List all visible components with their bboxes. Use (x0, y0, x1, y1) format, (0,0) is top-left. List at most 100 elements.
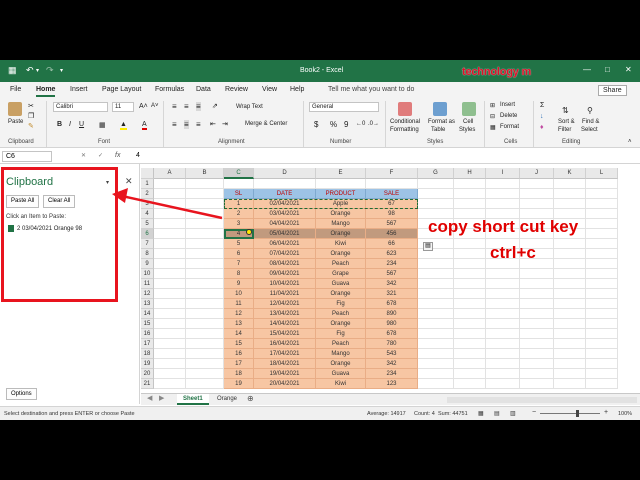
confirm-entry-icon[interactable]: ✓ (98, 152, 103, 159)
format-painter-icon[interactable]: ✎ (28, 122, 34, 130)
grid-cell[interactable] (154, 339, 186, 349)
table-cell[interactable]: 20/04/2021 (254, 379, 316, 389)
grid-cell[interactable] (154, 309, 186, 319)
table-header-cell[interactable]: PRODUCT (316, 189, 366, 199)
grid-cell[interactable] (554, 379, 586, 389)
grid-cell[interactable] (486, 189, 520, 199)
grid-cell[interactable] (586, 279, 618, 289)
grid-cell[interactable] (186, 219, 224, 229)
zoom-level[interactable]: 100% (618, 411, 632, 417)
table-cell[interactable]: Mango (316, 219, 366, 229)
grid-cell[interactable] (486, 369, 520, 379)
table-cell[interactable]: 14 (224, 329, 254, 339)
grid-cell[interactable] (186, 359, 224, 369)
sort-filter-label-2[interactable]: Filter (558, 127, 571, 133)
grid-cell[interactable] (454, 349, 486, 359)
grid-cell[interactable] (154, 269, 186, 279)
tab-home[interactable]: Home (36, 86, 56, 97)
format-cells-icon[interactable]: ▦ (490, 124, 496, 131)
bold-icon[interactable]: B (57, 121, 62, 128)
table-cell[interactable]: 19/04/2021 (254, 369, 316, 379)
grid-cell[interactable] (454, 179, 486, 189)
underline-icon[interactable]: U (79, 121, 84, 128)
grid-cell[interactable] (520, 319, 554, 329)
grid-cell[interactable] (586, 359, 618, 369)
grid-cell[interactable] (586, 299, 618, 309)
fill-icon[interactable]: ↓ (540, 113, 544, 120)
column-header-i[interactable]: I (486, 168, 520, 179)
borders-icon[interactable]: ▦ (99, 121, 106, 129)
grow-font-icon[interactable]: A˄ (139, 103, 148, 110)
grid-cell[interactable] (586, 239, 618, 249)
grid-cell[interactable] (186, 259, 224, 269)
table-cell[interactable]: 980 (366, 319, 418, 329)
grid-cell[interactable] (454, 269, 486, 279)
grid-cell[interactable] (418, 369, 454, 379)
conditional-formatting-label-2[interactable]: Formatting (390, 127, 419, 133)
grid-cell[interactable] (418, 319, 454, 329)
font-name-select[interactable]: Calibri (53, 102, 108, 112)
sheet-tab-sheet1[interactable]: Sheet1 (177, 394, 209, 405)
table-cell[interactable]: 08/04/2021 (254, 259, 316, 269)
table-cell[interactable]: 16 (224, 349, 254, 359)
table-cell[interactable]: 321 (366, 289, 418, 299)
grid-cell[interactable] (486, 289, 520, 299)
grid-cell[interactable] (186, 229, 224, 239)
grid-cell[interactable] (586, 199, 618, 209)
grid-cell[interactable] (186, 289, 224, 299)
grid-cell[interactable] (154, 209, 186, 219)
grid-cell[interactable] (186, 189, 224, 199)
grid-cell[interactable] (486, 329, 520, 339)
row-header[interactable]: 11 (141, 279, 154, 289)
table-cell[interactable]: 04/04/2021 (254, 219, 316, 229)
grid-cell[interactable] (186, 319, 224, 329)
tab-file[interactable]: File (10, 86, 21, 93)
grid-cell[interactable] (554, 319, 586, 329)
row-header[interactable]: 13 (141, 299, 154, 309)
table-cell[interactable]: Peach (316, 309, 366, 319)
grid-cell[interactable] (520, 199, 554, 209)
increase-indent-icon[interactable]: ⇥ (222, 120, 228, 128)
table-cell[interactable]: 342 (366, 279, 418, 289)
grid-cell[interactable] (486, 279, 520, 289)
grid-cell[interactable] (586, 189, 618, 199)
grid-cell[interactable] (418, 289, 454, 299)
grid-cell[interactable] (586, 179, 618, 189)
grid-cell[interactable] (154, 319, 186, 329)
zoom-out-icon[interactable]: − (532, 409, 536, 416)
grid-cell[interactable] (154, 369, 186, 379)
add-sheet-icon[interactable]: ⊕ (247, 394, 254, 403)
grid-cell[interactable] (554, 369, 586, 379)
row-header[interactable]: 14 (141, 309, 154, 319)
grid-cell[interactable] (520, 279, 554, 289)
align-center-icon[interactable]: ≡ (184, 120, 189, 129)
tab-help[interactable]: Help (290, 86, 304, 93)
table-cell[interactable]: 19 (224, 379, 254, 389)
table-cell[interactable]: Kiwi (316, 379, 366, 389)
grid-cell[interactable] (554, 329, 586, 339)
grid-cell[interactable] (554, 289, 586, 299)
grid-cell[interactable] (154, 259, 186, 269)
grid-cell[interactable] (586, 229, 618, 239)
select-all-corner[interactable] (141, 168, 154, 179)
grid-cell[interactable] (586, 249, 618, 259)
grid-cell[interactable] (418, 279, 454, 289)
delete-cells-button[interactable]: Delete (500, 113, 517, 119)
grid-cell[interactable] (418, 309, 454, 319)
grid-cell[interactable] (586, 209, 618, 219)
row-header[interactable]: 21 (141, 379, 154, 389)
table-header-cell[interactable]: DATE (254, 189, 316, 199)
table-cell[interactable]: 567 (366, 269, 418, 279)
table-cell[interactable]: 234 (366, 369, 418, 379)
horizontal-scrollbar[interactable] (447, 397, 637, 403)
grid-cell[interactable] (454, 369, 486, 379)
shrink-font-icon[interactable]: A˅ (151, 103, 159, 109)
grid-cell[interactable] (454, 319, 486, 329)
grid-cell[interactable] (454, 309, 486, 319)
page-layout-view-icon[interactable]: ▤ (494, 410, 500, 417)
grid-cell[interactable] (154, 189, 186, 199)
grid-cell[interactable] (520, 339, 554, 349)
row-header[interactable]: 15 (141, 319, 154, 329)
table-cell[interactable]: 11 (224, 299, 254, 309)
grid-cell[interactable] (586, 269, 618, 279)
